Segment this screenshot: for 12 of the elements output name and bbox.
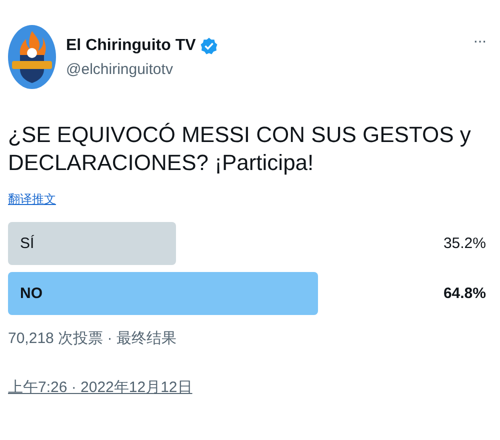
account-name[interactable]: El Chiringuito TV	[66, 36, 196, 54]
poll-percentage: 35.2%	[443, 235, 486, 252]
account-handle[interactable]: @elchiringuitotv	[66, 60, 474, 78]
avatar-logo-icon[interactable]	[8, 25, 56, 89]
tweet-text: ¿SE EQUIVOCÓ MESSI CON SUS GESTOS y DECLARACIONES? ¡Participa!	[8, 121, 472, 177]
poll-option-bar: NO	[8, 272, 318, 315]
tweet-timestamp[interactable]: 上午7:26 · 2022年12月12日	[8, 378, 192, 397]
poll-summary: 70,218 次投票 · 最终结果	[8, 329, 178, 348]
more-menu-button[interactable]: ···	[473, 33, 486, 51]
poll-percentage: 64.8%	[443, 285, 486, 302]
translate-link[interactable]: 翻译推文	[8, 191, 56, 208]
poll-option-bar: SÍ	[8, 222, 176, 265]
